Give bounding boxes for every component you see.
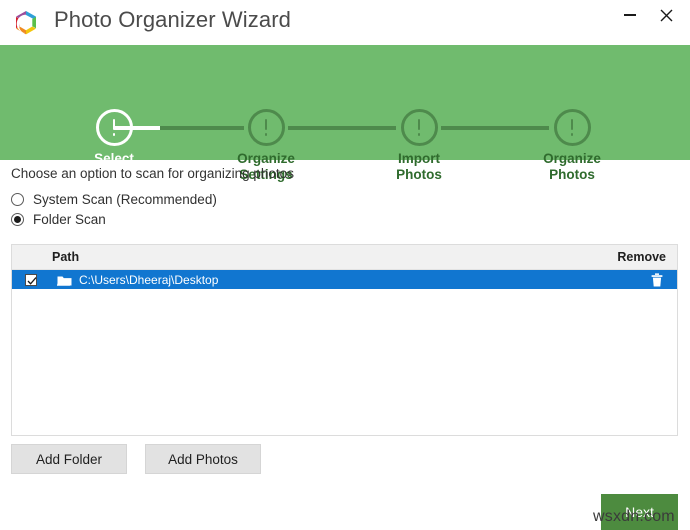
stepper-step-label: Organize Photos (496, 151, 648, 183)
close-icon (660, 9, 673, 22)
radio-option-system-scan[interactable]: System Scan (Recommended) (11, 192, 217, 207)
scan-option-prompt: Choose an option to scan for organizing … (11, 166, 294, 181)
photo-organizer-window: Photo Organizer Wizard (0, 0, 690, 530)
checkmark-icon (27, 276, 37, 286)
window-title: Photo Organizer Wizard (54, 7, 291, 33)
exclamation-circle-icon (554, 109, 591, 146)
stepper-step-import-photos[interactable]: Import Photos (343, 109, 495, 183)
step-label-line1: Organize (237, 151, 295, 166)
step-label-line1: Organize (543, 151, 601, 166)
exclamation-circle-icon (248, 109, 285, 146)
close-button[interactable] (650, 2, 682, 28)
table-header-row: Path Remove (12, 245, 677, 270)
next-button[interactable]: Next (601, 494, 678, 530)
folder-list-table: Path Remove C:\Users\Dheeraj\Desktop (11, 244, 678, 436)
step-label-line2: Photos (496, 167, 648, 183)
radio-option-folder-scan[interactable]: Folder Scan (11, 212, 106, 227)
radio-indicator-folder-scan[interactable] (11, 213, 24, 226)
title-bar: Photo Organizer Wizard (0, 0, 690, 45)
stepper-step-label: Import Photos (343, 151, 495, 183)
minimize-button[interactable] (614, 2, 646, 28)
photo-organizer-hex-logo-icon (10, 8, 42, 38)
minimize-icon (624, 14, 636, 16)
exclamation-circle-icon (401, 109, 438, 146)
column-header-remove: Remove (617, 250, 666, 264)
step-label-line1: Import (398, 151, 440, 166)
wizard-stepper: Select Location Organize Settings (0, 45, 690, 160)
add-folder-button[interactable]: Add Folder (11, 444, 127, 474)
window-controls (614, 2, 682, 28)
radio-label-folder-scan: Folder Scan (33, 212, 106, 227)
row-checkbox[interactable] (25, 274, 37, 286)
column-header-path: Path (52, 250, 79, 264)
trash-icon[interactable] (651, 273, 663, 287)
radio-label-system-scan: System Scan (Recommended) (33, 192, 217, 207)
stepper-step-organize-photos[interactable]: Organize Photos (496, 109, 648, 183)
step-label-line1: Select (94, 151, 134, 166)
row-path-value: C:\Users\Dheeraj\Desktop (79, 273, 218, 287)
folder-open-icon (57, 274, 72, 286)
radio-indicator-system-scan[interactable] (11, 193, 24, 206)
step-label-line2: Photos (343, 167, 495, 183)
add-photos-button[interactable]: Add Photos (145, 444, 261, 474)
exclamation-circle-icon (96, 109, 133, 146)
stepper-steps: Select Location Organize Settings (0, 45, 690, 160)
table-row[interactable]: C:\Users\Dheeraj\Desktop (12, 270, 677, 289)
